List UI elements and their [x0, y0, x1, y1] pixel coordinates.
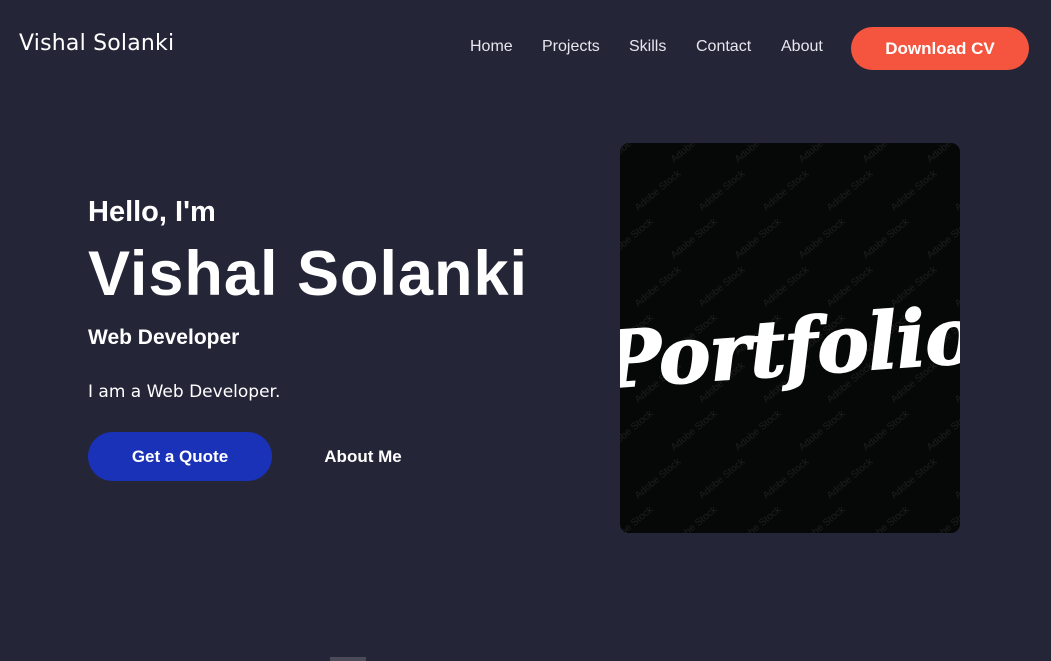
watermark-text: Adobe Stock: [797, 216, 848, 262]
watermark-text: Adobe Stock: [761, 456, 812, 502]
watermark-text: Adobe Stock: [861, 143, 912, 165]
watermark-text: Adobe Stock: [620, 143, 656, 165]
nav-skills[interactable]: Skills: [629, 38, 666, 56]
portfolio-image: Adobe Stock Adobe Stock Adobe Stock Adobe S…: [620, 143, 960, 533]
nav-projects[interactable]: Projects: [542, 38, 600, 56]
watermark-text: Adobe Stock: [697, 264, 748, 310]
hero-name: Vishal Solanki: [88, 239, 529, 309]
watermark-text: Adobe Stock: [925, 504, 960, 533]
watermark-text: Adobe Stock: [733, 143, 784, 165]
nav-home[interactable]: Home: [470, 38, 513, 56]
watermark-text: Adobe Stock: [669, 504, 720, 533]
watermark-text: Adobe Stock: [797, 143, 848, 165]
portfolio-graphic: Adobe Stock Adobe Stock Adobe Stock Adobe S…: [620, 143, 960, 533]
watermark-text: Adobe Stock: [861, 216, 912, 262]
hero-role: Web Developer: [88, 326, 240, 349]
watermark-text: Adobe Stock: [620, 408, 656, 454]
watermark-text: Adobe Stock: [620, 504, 656, 533]
watermark-text: Adobe Stock: [669, 216, 720, 262]
get-quote-button[interactable]: Get a Quote: [88, 432, 272, 481]
watermark-text: Adobe Stock: [953, 168, 960, 214]
hero-description: I am a Web Developer.: [88, 382, 281, 402]
watermark-text: Adobe Stock: [889, 456, 940, 502]
watermark-text: Adobe Stock: [925, 408, 960, 454]
watermark-text: Adobe Stock: [669, 143, 720, 165]
watermark-text: Adobe Stock: [733, 408, 784, 454]
watermark-text: Adobe Stock: [733, 504, 784, 533]
download-cv-button[interactable]: Download CV: [851, 27, 1029, 70]
watermark-text: Adobe Stock: [633, 456, 684, 502]
nav-about[interactable]: About: [781, 38, 823, 56]
watermark-text: Adobe Stock: [925, 216, 960, 262]
watermark-text: Adobe Stock: [825, 168, 876, 214]
scroll-indicator: [330, 657, 366, 661]
watermark-text: Adobe Stock: [633, 168, 684, 214]
watermark-text: Adobe Stock: [953, 456, 960, 502]
hero-greeting: Hello, I'm: [88, 196, 216, 228]
watermark-text: Adobe Stock: [761, 168, 812, 214]
watermark-text: Adobe Stock: [797, 408, 848, 454]
nav-contact[interactable]: Contact: [696, 38, 751, 56]
watermark-text: Adobe Stock: [825, 456, 876, 502]
watermark-text: Adobe Stock: [861, 408, 912, 454]
watermark-text: Adobe Stock: [633, 264, 684, 310]
watermark-text: Adobe Stock: [620, 216, 656, 262]
watermark-text: Adobe Stock: [797, 504, 848, 533]
watermark-text: Adobe Stock: [861, 504, 912, 533]
watermark-text: Adobe Stock: [925, 143, 960, 165]
watermark-text: Adobe Stock: [697, 168, 748, 214]
about-me-button[interactable]: About Me: [296, 432, 430, 481]
watermark-text: Adobe Stock: [889, 168, 940, 214]
watermark-text: Adobe Stock: [697, 456, 748, 502]
watermark-text: Adobe Stock: [733, 216, 784, 262]
watermark-text: Adobe Stock: [669, 408, 720, 454]
